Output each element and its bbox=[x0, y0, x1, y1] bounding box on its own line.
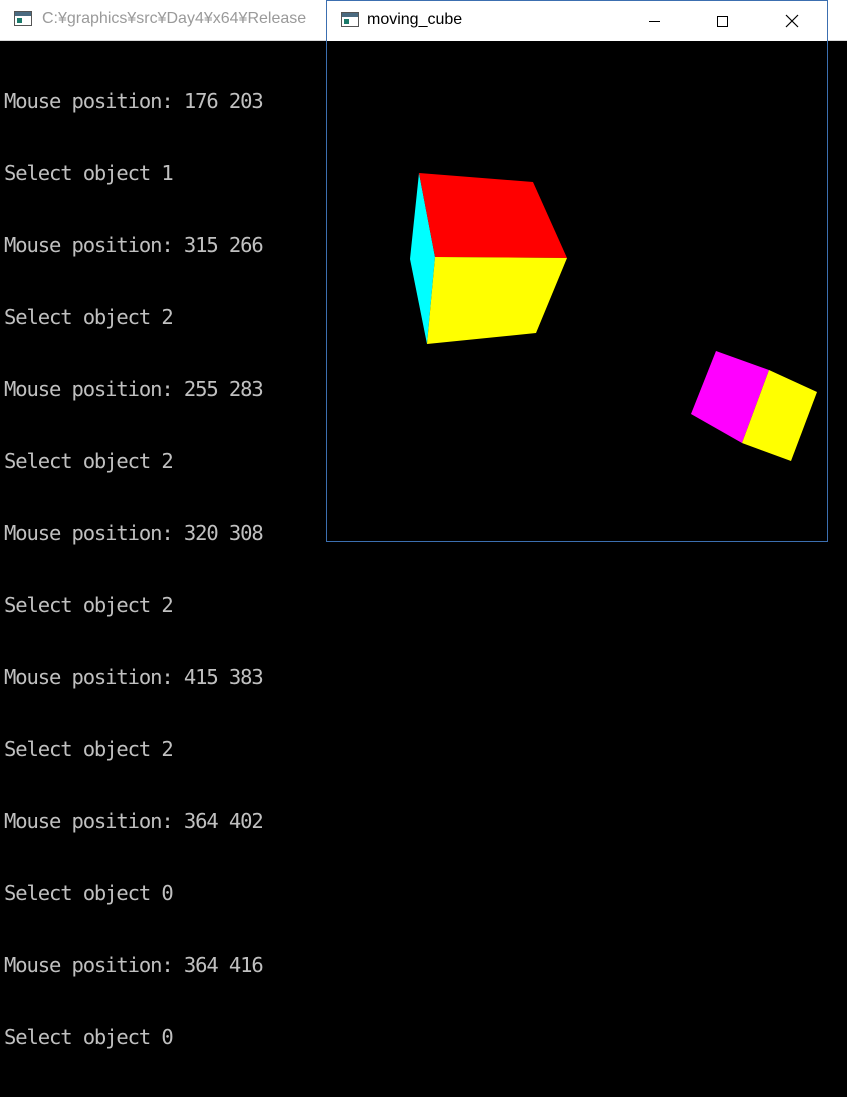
console-line: Select object 2 bbox=[4, 305, 174, 329]
console-line: Mouse position: 176 203 bbox=[4, 89, 264, 113]
maximize-button[interactable] bbox=[699, 1, 745, 41]
gl-window: moving_cube bbox=[326, 0, 828, 542]
console-line: Mouse position: 320 308 bbox=[4, 521, 264, 545]
console-app-icon bbox=[14, 11, 32, 26]
gl-app-icon bbox=[341, 12, 359, 27]
console-line: Mouse position: 364 416 bbox=[4, 953, 264, 977]
console-line: Mouse position: 255 283 bbox=[4, 377, 264, 401]
console-line: Select object 2 bbox=[4, 737, 174, 761]
console-line: Mouse position: 315 266 bbox=[4, 233, 264, 257]
close-button[interactable] bbox=[769, 1, 815, 41]
console-line: Select object 0 bbox=[4, 1025, 174, 1049]
console-title: C:¥graphics¥src¥Day4¥x64¥Release bbox=[42, 10, 307, 27]
minimize-button[interactable] bbox=[631, 1, 677, 41]
console-line: Select object 1 bbox=[4, 161, 174, 185]
gl-canvas[interactable] bbox=[327, 41, 827, 541]
canvas-background bbox=[327, 41, 827, 541]
console-line: Mouse position: 364 402 bbox=[4, 809, 264, 833]
console-line: Select object 2 bbox=[4, 449, 174, 473]
minimize-icon bbox=[648, 20, 660, 22]
close-icon bbox=[785, 14, 799, 28]
gl-window-title: moving_cube bbox=[367, 11, 463, 28]
maximize-icon bbox=[716, 15, 728, 27]
console-line: Mouse position: 415 383 bbox=[4, 665, 264, 689]
console-output: Mouse position: 176 203 Select object 1 … bbox=[4, 41, 264, 1097]
console-line: Select object 2 bbox=[4, 593, 174, 617]
gl-titlebar[interactable]: moving_cube bbox=[327, 1, 827, 41]
console-line: Select object 0 bbox=[4, 881, 174, 905]
